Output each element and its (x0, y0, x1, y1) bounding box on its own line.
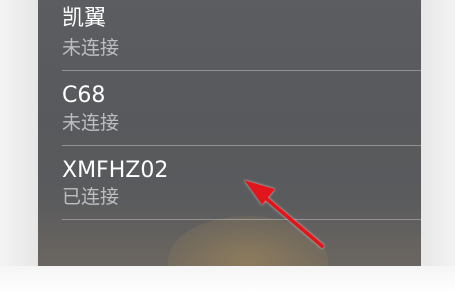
red-arrow-annotation-icon (244, 180, 324, 248)
